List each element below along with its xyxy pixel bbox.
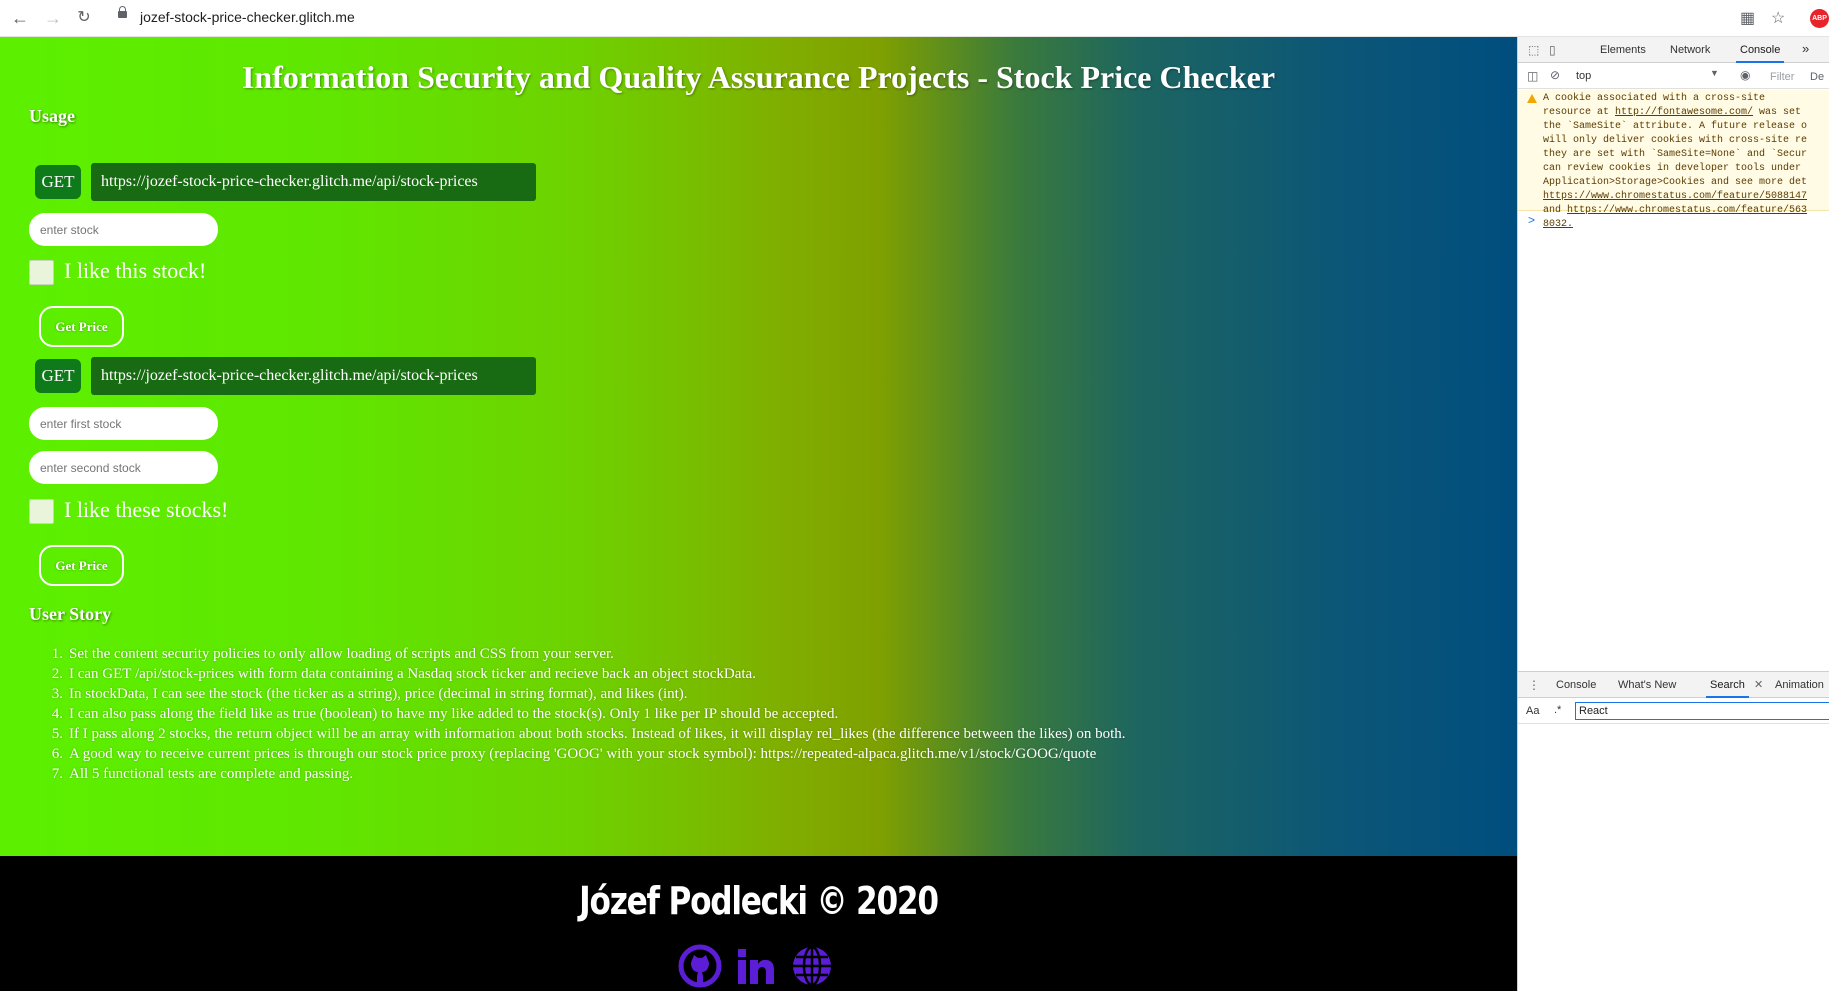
translate-icon[interactable]: ▦ <box>1740 8 1755 28</box>
inspect-icon[interactable]: ⬚ <box>1528 43 1539 57</box>
page-title: Information Security and Quality Assuran… <box>241 59 1276 95</box>
endpoint-url: https://jozef-stock-price-checker.glitch… <box>91 163 536 201</box>
list-item: 4. I can also pass along the field like a… <box>51 706 839 722</box>
forward-icon[interactable]: → <box>42 7 64 29</box>
regex-toggle[interactable]: .* <box>1554 704 1561 716</box>
devtools-panel: ⬚ ▯ Elements Network Console » ◫ ⊘ top ▼… <box>1517 37 1829 991</box>
filter-input[interactable]: Filter <box>1770 71 1794 83</box>
warning-icon <box>1527 94 1537 103</box>
endpoint-row-single: GET https://jozef-stock-price-checker.gl… <box>35 163 545 201</box>
linkedin-icon[interactable] <box>734 944 778 988</box>
devtools-tab-bar: ⬚ ▯ Elements Network Console » <box>1518 37 1829 63</box>
tab-network[interactable]: Network <box>1670 44 1710 56</box>
social-links <box>678 944 848 990</box>
back-icon[interactable]: ← <box>9 7 31 29</box>
second-stock-input[interactable] <box>29 451 218 484</box>
warning-message: A cookie associated with a cross-site re… <box>1543 93 1808 230</box>
get-method-badge: GET <box>35 165 81 199</box>
get-price-compare-button[interactable]: Get Price <box>39 545 124 586</box>
list-item: 5. If I pass along 2 stocks, the return o… <box>51 726 1126 742</box>
get-price-button[interactable]: Get Price <box>39 306 124 347</box>
context-dropdown-icon[interactable]: ▼ <box>1710 68 1719 78</box>
console-warning: A cookie associated with a cross-site re… <box>1518 90 1829 230</box>
globe-icon[interactable] <box>790 944 834 988</box>
search-row: Aa .* <box>1518 698 1829 724</box>
warning-link[interactable]: https://www.chromestatus.com/feature/508… <box>1543 191 1807 202</box>
endpoint-url: https://jozef-stock-price-checker.glitch… <box>91 357 536 395</box>
like-checkbox[interactable] <box>29 260 54 285</box>
warning-link[interactable]: http://fontawesome.com/ <box>1615 107 1753 118</box>
clear-console-icon[interactable]: ⊘ <box>1550 68 1560 82</box>
device-toolbar-icon[interactable]: ▯ <box>1549 43 1556 57</box>
sidebar-toggle-icon[interactable]: ◫ <box>1527 69 1538 83</box>
like-both-checkbox[interactable] <box>29 499 54 524</box>
endpoint-row-compare: GET https://jozef-stock-price-checker.gl… <box>35 357 545 395</box>
drawer-tab-console[interactable]: Console <box>1556 679 1596 691</box>
reload-icon[interactable]: ↻ <box>73 7 95 29</box>
user-story-list: 1. Set the content security policies to o… <box>51 644 1126 784</box>
usage-heading: Usage <box>29 106 75 126</box>
drawer-tab-search[interactable]: Search <box>1706 679 1749 698</box>
eye-icon[interactable]: ◉ <box>1740 68 1750 82</box>
console-toolbar: ◫ ⊘ top ▼ ◉ Filter De <box>1518 63 1829 89</box>
footer-copyright: Józef Podlecki © 2020 <box>579 879 939 923</box>
first-stock-input[interactable] <box>29 407 218 440</box>
default-levels[interactable]: De <box>1810 71 1824 83</box>
drawer-tab-whats-new[interactable]: What's New <box>1618 679 1676 691</box>
stock-input[interactable] <box>29 213 218 246</box>
star-icon[interactable]: ☆ <box>1771 8 1785 28</box>
list-item: 2. I can GET /api/stock-prices with form … <box>51 666 756 682</box>
user-story-heading: User Story <box>29 604 112 624</box>
drawer-tab-bar: ⋮ Console What's New Search ✕ Animation <box>1518 672 1829 698</box>
devtools-drawer: ⋮ Console What's New Search ✕ Animation … <box>1518 671 1829 991</box>
like-label: I like this stock! <box>64 258 207 283</box>
more-tabs-icon[interactable]: » <box>1802 41 1809 56</box>
adblock-icon[interactable]: ABP <box>1810 9 1829 28</box>
get-method-badge: GET <box>35 359 81 393</box>
drawer-tab-animation[interactable]: Animation <box>1775 679 1824 691</box>
tab-console[interactable]: Console <box>1735 44 1785 63</box>
github-icon[interactable] <box>678 944 722 988</box>
browser-toolbar: ← → ↻ jozef-stock-price-checker.glitch.m… <box>0 0 1829 37</box>
list-item: 7. All 5 functional tests are complete an… <box>51 766 354 782</box>
footer: Józef Podlecki © 2020 <box>0 856 1517 991</box>
drawer-menu-icon[interactable]: ⋮ <box>1528 678 1540 692</box>
close-icon[interactable]: ✕ <box>1754 678 1763 691</box>
page-content: Information Security and Quality Assuran… <box>0 37 1517 857</box>
search-input[interactable] <box>1575 702 1829 720</box>
list-item: 1. Set the content security policies to o… <box>51 646 614 662</box>
console-prompt[interactable]: > <box>1528 213 1535 227</box>
warning-link[interactable]: https://www.chromestatus.com/feature/563 <box>1567 205 1807 216</box>
match-case-toggle[interactable]: Aa <box>1526 705 1539 717</box>
list-item: 3. In stockData, I can see the stock (the… <box>51 686 688 702</box>
address-bar[interactable]: jozef-stock-price-checker.glitch.me <box>140 9 355 25</box>
context-selector[interactable]: top <box>1576 70 1591 82</box>
like-both-label: I like these stocks! <box>64 497 229 522</box>
tab-elements[interactable]: Elements <box>1600 44 1646 56</box>
list-item: 6. A good way to receive current prices i… <box>51 746 1097 762</box>
lock-icon[interactable] <box>118 6 127 18</box>
